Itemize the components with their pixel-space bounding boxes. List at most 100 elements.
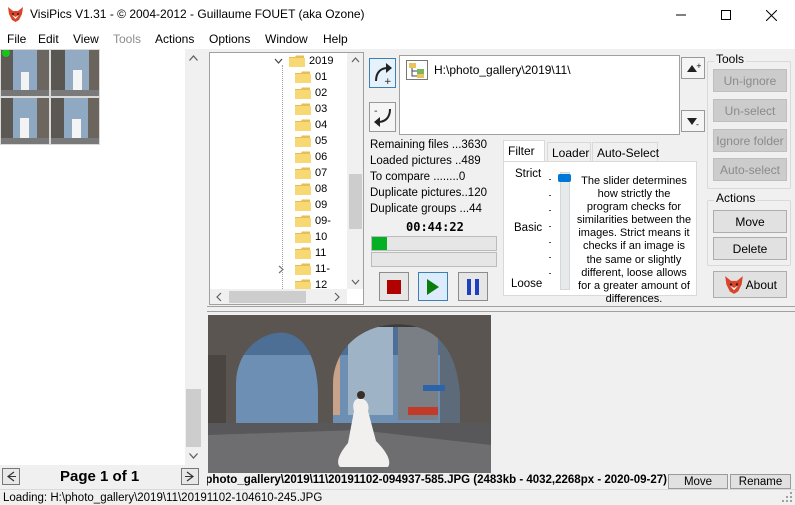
folder-icon [295,119,311,131]
window-title: VisiPics V1.31 - © 2004-2012 - Guillaume… [30,7,365,21]
tree-label: 09 [315,199,328,211]
tree-item-month[interactable]: 03 [295,101,327,117]
stop-icon [387,279,401,294]
chevron-down-icon[interactable] [274,57,283,65]
previous-page-button[interactable] [2,468,20,485]
rename-file-button[interactable]: Rename [730,474,791,489]
tree-label: 06 [315,151,328,163]
thumbnail[interactable] [0,97,50,145]
chevron-up-icon[interactable] [347,53,364,67]
menu-file[interactable]: File [7,32,26,46]
similarity-slider[interactable] [558,172,571,292]
tree-horizontal-scrollbar[interactable] [210,289,347,305]
slider-tick [549,226,551,227]
chevron-left-icon[interactable] [212,289,226,305]
folder-icon [295,167,311,179]
menu-window[interactable]: Window [265,32,308,46]
thumbnail[interactable] [0,49,50,97]
tree-label: 02 [315,87,328,99]
tree-label: 11 [315,247,327,259]
menu-tools[interactable]: Tools [113,32,141,46]
slider-tick [549,242,551,243]
thumbnail[interactable] [50,97,100,145]
tree-item-month[interactable]: 04 [295,117,327,133]
menu-help[interactable]: Help [323,32,348,46]
menu-options[interactable]: Options [209,32,250,46]
tree-item-month[interactable]: 07 [295,165,327,181]
move-file-button[interactable]: Move [668,474,728,489]
svg-text:-: - [696,120,699,127]
folder-tree-icon [406,60,428,80]
stop-button[interactable] [379,272,409,301]
tree-item-month[interactable]: 06 [295,149,327,165]
resize-grip-icon[interactable] [782,492,793,503]
svg-text:-: - [374,106,378,117]
slider-knob[interactable] [558,174,571,182]
add-subfolders-button[interactable]: + [681,57,705,79]
move-button[interactable]: Move [713,210,787,233]
minimize-icon [676,14,686,16]
tree-item-month[interactable]: 09 [295,197,327,213]
scroll-up-button[interactable] [185,50,202,66]
about-button[interactable]: About [713,271,787,298]
pause-button[interactable] [458,272,488,301]
chevron-right-icon[interactable] [330,289,344,305]
tree-guide-line [282,65,283,289]
tree-item-month[interactable]: 02 [295,85,327,101]
pane-splitter[interactable] [207,306,795,312]
tree-item-month[interactable]: 11 [295,245,326,261]
tree-label: 03 [315,103,328,115]
list-item[interactable]: H:\photo_gallery\2019\11\ [406,60,571,80]
preview-image[interactable] [208,315,491,473]
maximize-button[interactable] [703,0,749,30]
tree-label: 2019 [309,55,334,67]
thumbnail[interactable] [50,49,100,97]
folder-path: H:\photo_gallery\2019\11\ [434,63,571,77]
tree-item-month[interactable]: 09- [295,213,331,229]
chevron-up-icon [189,55,198,61]
unselect-button[interactable]: Un-select [713,99,787,122]
remove-subfolders-button[interactable]: - [681,110,705,132]
scrollbar-thumb[interactable] [349,174,362,229]
menu-edit[interactable]: Edit [38,32,59,46]
unignore-button[interactable]: Un-ignore [713,69,787,92]
ignore-folder-button[interactable]: Ignore folder [713,129,787,152]
tab-loader[interactable]: Loader [547,142,591,162]
folder-icon [289,55,305,67]
tree-item-month[interactable]: 05 [295,133,327,149]
tree-item-month[interactable]: 10 [295,229,327,245]
menu-view[interactable]: View [73,32,99,46]
tree-vertical-scrollbar[interactable] [347,53,364,289]
play-button[interactable] [418,272,448,301]
auto-select-button[interactable]: Auto-select [713,158,787,181]
maximize-icon [721,10,731,20]
loose-label: Loose [511,278,543,290]
tree-item-month[interactable]: 01 [295,69,327,85]
tree-item-month[interactable]: 08 [295,181,327,197]
slider-tick [549,210,551,211]
curved-arrow-add-icon: + [374,63,392,85]
chevron-down-icon[interactable] [347,275,364,289]
scrollbar-thumb[interactable] [229,291,306,303]
next-page-button[interactable] [181,468,199,485]
page-indicator: Page 1 of 1 [60,468,140,485]
add-folder-button[interactable]: + [369,58,396,88]
triangle-down-minus-icon: - [687,118,699,127]
close-button[interactable] [748,0,794,30]
thumbnail-image [51,98,99,144]
tree-item-month[interactable]: 11- [278,261,330,277]
fox-head-icon [725,276,743,294]
slider-tick [549,257,551,258]
scroll-down-button[interactable] [185,448,202,464]
scrollbar-thumb[interactable] [186,389,201,447]
slider-tick [549,195,551,196]
elapsed-timer: 00:44:22 [406,220,464,234]
tab-filter[interactable]: Filter [503,140,545,162]
tab-auto-select[interactable]: Auto-Select [592,142,659,162]
minimize-button[interactable] [658,0,704,30]
remove-folder-button[interactable]: - [369,102,396,132]
thumbnail-scrollbar[interactable] [185,49,202,465]
selected-folders-list[interactable]: H:\photo_gallery\2019\11\ [399,55,680,135]
menu-actions[interactable]: Actions [155,32,194,46]
delete-button[interactable]: Delete [713,237,787,260]
